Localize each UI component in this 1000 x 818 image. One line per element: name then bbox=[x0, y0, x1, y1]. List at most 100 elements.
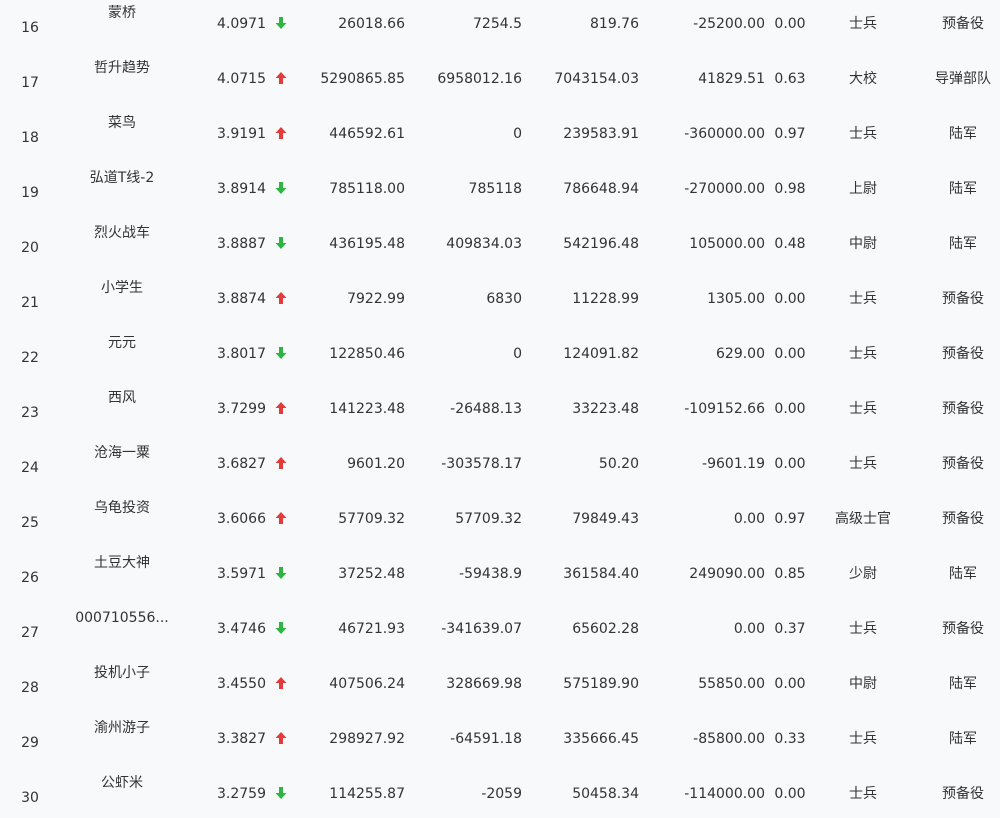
value-cell-3: 575189.90 bbox=[563, 676, 639, 692]
rank-cell: 23 bbox=[21, 405, 39, 421]
table-row-28[interactable]: 28 投机小子 3.4550 407506.24 328669.98 57518… bbox=[0, 660, 1000, 715]
value-cell-3: 542196.48 bbox=[563, 236, 639, 252]
trend-up-arrow-icon bbox=[274, 676, 288, 690]
ratio-cell: 0.97 bbox=[774, 511, 806, 527]
table-row-21[interactable]: 21 小学生 3.8874 7922.99 6830 11228.99 1305… bbox=[0, 275, 1000, 330]
branch-cell: 陆军 bbox=[949, 566, 977, 582]
value-cell-1: 9601.20 bbox=[347, 456, 405, 472]
value-cell-2: -26488.13 bbox=[450, 401, 522, 417]
rank-cell: 30 bbox=[21, 790, 39, 806]
value-cell-2: 6830 bbox=[486, 291, 522, 307]
value-cell-2: 6958012.16 bbox=[437, 71, 522, 87]
military-rank-cell: 士兵 bbox=[849, 401, 877, 417]
user-name-link[interactable]: 乌龟投资 bbox=[60, 500, 184, 516]
value-cell-4: 41829.51 bbox=[698, 71, 765, 87]
value-cell-1: 141223.48 bbox=[329, 401, 405, 417]
table-row-19[interactable]: 19 弘道T线-2 3.8914 785118.00 785118 786648… bbox=[0, 165, 1000, 220]
value-cell-2: 409834.03 bbox=[446, 236, 522, 252]
ratio-cell: 0.00 bbox=[774, 346, 806, 362]
trend-down-arrow-icon bbox=[274, 236, 288, 250]
trend-up-arrow-icon bbox=[274, 71, 288, 85]
value-cell-1: 122850.46 bbox=[329, 346, 405, 362]
trend-up-arrow-icon bbox=[274, 731, 288, 745]
branch-cell: 陆军 bbox=[949, 181, 977, 197]
table-row-25[interactable]: 25 乌龟投资 3.6066 57709.32 57709.32 79849.4… bbox=[0, 495, 1000, 550]
branch-cell: 预备役 bbox=[942, 511, 984, 527]
table-row-20[interactable]: 20 烈火战车 3.8887 436195.48 409834.03 54219… bbox=[0, 220, 1000, 275]
military-rank-cell: 士兵 bbox=[849, 621, 877, 637]
trend-up-arrow-icon bbox=[274, 511, 288, 525]
rank-cell: 26 bbox=[21, 570, 39, 586]
ratio-cell: 0.00 bbox=[774, 291, 806, 307]
user-name-link[interactable]: 000710556... bbox=[60, 610, 184, 626]
table-row-30[interactable]: 30 公虾米 3.2759 114255.87 -2059 50458.34 -… bbox=[0, 770, 1000, 818]
branch-cell: 陆军 bbox=[949, 676, 977, 692]
value-cell-4: -25200.00 bbox=[693, 16, 765, 32]
military-rank-cell: 士兵 bbox=[849, 731, 877, 747]
value-cell-2: -64591.18 bbox=[450, 731, 522, 747]
value-cell-1: 7922.99 bbox=[347, 291, 405, 307]
military-rank-cell: 大校 bbox=[849, 71, 877, 87]
value-cell-3: 50.20 bbox=[598, 456, 639, 472]
value-cell-2: -303578.17 bbox=[441, 456, 522, 472]
value-cell-3: 65602.28 bbox=[572, 621, 639, 637]
value-cell-3: 239583.91 bbox=[563, 126, 639, 142]
score-cell: 3.2759 bbox=[217, 786, 266, 802]
table-row-29[interactable]: 29 渝州游子 3.3827 298927.92 -64591.18 33566… bbox=[0, 715, 1000, 770]
value-cell-4: 0.00 bbox=[733, 621, 765, 637]
user-name-link[interactable]: 元元 bbox=[60, 335, 184, 351]
table-row-26[interactable]: 26 土豆大神 3.5971 37252.48 -59438.9 361584.… bbox=[0, 550, 1000, 605]
rank-cell: 21 bbox=[21, 295, 39, 311]
value-cell-1: 37252.48 bbox=[338, 566, 405, 582]
rank-cell: 22 bbox=[21, 350, 39, 366]
table-row-22[interactable]: 22 元元 3.8017 122850.46 0 124091.82 629.0… bbox=[0, 330, 1000, 385]
user-name-link[interactable]: 沧海一粟 bbox=[60, 445, 184, 461]
user-name-link[interactable]: 西风 bbox=[60, 390, 184, 406]
user-name-link[interactable]: 公虾米 bbox=[60, 775, 184, 791]
value-cell-4: -85800.00 bbox=[693, 731, 765, 747]
value-cell-4: 55850.00 bbox=[698, 676, 765, 692]
rank-cell: 19 bbox=[21, 185, 39, 201]
branch-cell: 预备役 bbox=[942, 346, 984, 362]
branch-cell: 陆军 bbox=[949, 126, 977, 142]
trend-up-arrow-icon bbox=[274, 291, 288, 305]
trend-down-arrow-icon bbox=[274, 16, 288, 30]
user-name-link[interactable]: 投机小子 bbox=[60, 665, 184, 681]
user-name-link[interactable]: 渝州游子 bbox=[60, 720, 184, 736]
table-row-18[interactable]: 18 菜鸟 3.9191 446592.61 0 239583.91 -3600… bbox=[0, 110, 1000, 165]
value-cell-1: 785118.00 bbox=[329, 181, 405, 197]
ratio-cell: 0.97 bbox=[774, 126, 806, 142]
value-cell-2: 785118 bbox=[468, 181, 522, 197]
user-name-link[interactable]: 哲升趋势 bbox=[60, 60, 184, 76]
value-cell-1: 436195.48 bbox=[329, 236, 405, 252]
score-cell: 4.0971 bbox=[217, 16, 266, 32]
value-cell-1: 407506.24 bbox=[329, 676, 405, 692]
table-row-17[interactable]: 17 哲升趋势 4.0715 5290865.85 6958012.16 704… bbox=[0, 55, 1000, 110]
ratio-cell: 0.37 bbox=[774, 621, 806, 637]
rank-cell: 20 bbox=[21, 240, 39, 256]
trend-down-arrow-icon bbox=[274, 346, 288, 360]
user-name-link[interactable]: 菜鸟 bbox=[60, 115, 184, 131]
military-rank-cell: 士兵 bbox=[849, 16, 877, 32]
military-rank-cell: 上尉 bbox=[849, 181, 877, 197]
user-name-link[interactable]: 蒙桥 bbox=[60, 5, 184, 21]
military-rank-cell: 少尉 bbox=[849, 566, 877, 582]
value-cell-3: 786648.94 bbox=[563, 181, 639, 197]
value-cell-1: 114255.87 bbox=[329, 786, 405, 802]
value-cell-4: 105000.00 bbox=[689, 236, 765, 252]
military-rank-cell: 士兵 bbox=[849, 456, 877, 472]
user-name-link[interactable]: 弘道T线-2 bbox=[60, 170, 184, 186]
table-row-27[interactable]: 27 000710556... 3.4746 46721.93 -341639.… bbox=[0, 605, 1000, 660]
value-cell-3: 819.76 bbox=[590, 16, 639, 32]
user-name-link[interactable]: 小学生 bbox=[60, 280, 184, 296]
table-row-16[interactable]: 16 蒙桥 4.0971 26018.66 7254.5 819.76 -252… bbox=[0, 0, 1000, 55]
table-row-23[interactable]: 23 西风 3.7299 141223.48 -26488.13 33223.4… bbox=[0, 385, 1000, 440]
trend-down-arrow-icon bbox=[274, 786, 288, 800]
user-name-link[interactable]: 土豆大神 bbox=[60, 555, 184, 571]
user-name-link[interactable]: 烈火战车 bbox=[60, 225, 184, 241]
table-row-24[interactable]: 24 沧海一粟 3.6827 9601.20 -303578.17 50.20 … bbox=[0, 440, 1000, 495]
value-cell-2: 0 bbox=[513, 346, 522, 362]
value-cell-3: 33223.48 bbox=[572, 401, 639, 417]
value-cell-2: -341639.07 bbox=[441, 621, 522, 637]
rank-cell: 24 bbox=[21, 460, 39, 476]
